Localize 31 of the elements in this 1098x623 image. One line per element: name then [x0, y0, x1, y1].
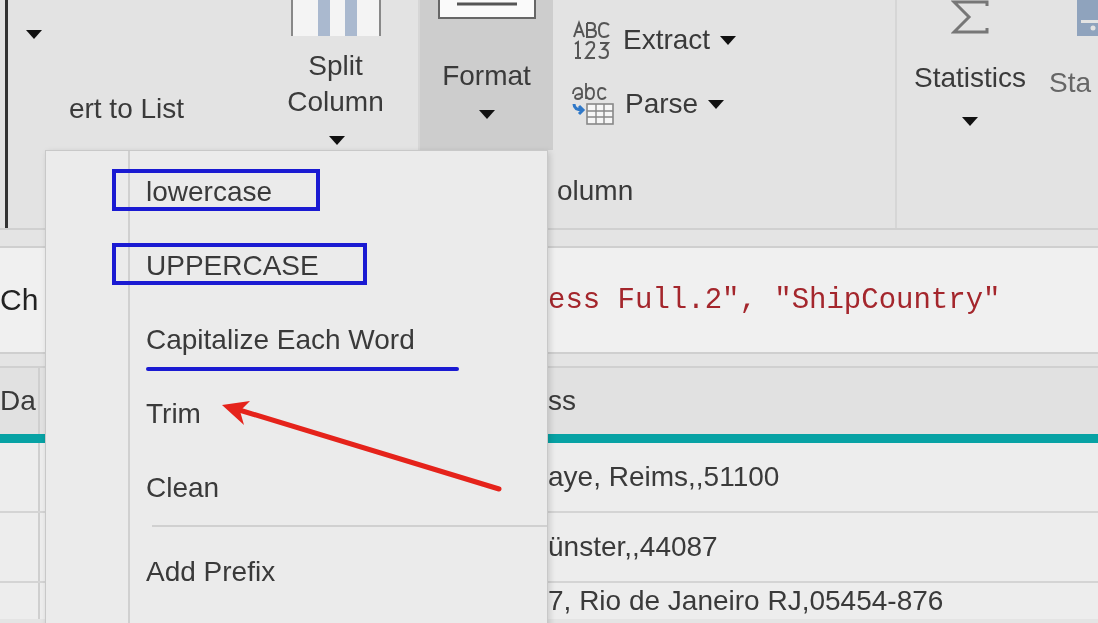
menu-item[interactable]: Capitalize Each Word — [112, 303, 463, 377]
split-column-button[interactable]: Split Column — [275, 48, 396, 158]
table-cell: ünster,,44087 — [548, 531, 718, 563]
formula-text: Ch — [0, 283, 40, 317]
text-box-icon — [436, 0, 537, 22]
menu-item[interactable]: Trim — [112, 377, 249, 451]
sigma-icon — [951, 0, 989, 34]
caret-icon — [478, 110, 495, 119]
formula-text[interactable]: ess Full.2", "ShipCountry" — [548, 283, 1001, 317]
menu-item[interactable]: Add Prefix — [112, 535, 324, 609]
menu-item[interactable]: lowercase — [112, 155, 321, 229]
group-label: olumn — [557, 175, 634, 207]
caret-icon — [26, 30, 42, 39]
statistics-button[interactable]: Statistics — [914, 0, 1026, 126]
parse-table-icon — [571, 82, 615, 126]
caret-icon — [962, 116, 978, 126]
caret-icon — [328, 135, 345, 145]
format-button[interactable]: Format — [420, 0, 553, 150]
menu-item[interactable]: UPPERCASE — [112, 229, 367, 303]
table-cell: 7, Rio de Janeiro RJ,05454-876 — [548, 585, 944, 617]
standard-button[interactable]: Sta — [1049, 67, 1098, 99]
extract-button[interactable]: Extract — [571, 20, 895, 60]
parse-button[interactable]: Parse — [571, 82, 895, 126]
menu-item[interactable]: Clean — [112, 451, 268, 525]
table-cell: aye, Reims,,51100 — [548, 461, 780, 493]
caret-icon — [720, 35, 737, 45]
abc-123-icon — [571, 20, 613, 60]
split-column-icon — [289, 0, 382, 38]
caret-icon — [708, 99, 725, 109]
convert-to-list-button[interactable]: ert to List — [0, 93, 253, 125]
column-header[interactable]: ss — [548, 385, 576, 417]
